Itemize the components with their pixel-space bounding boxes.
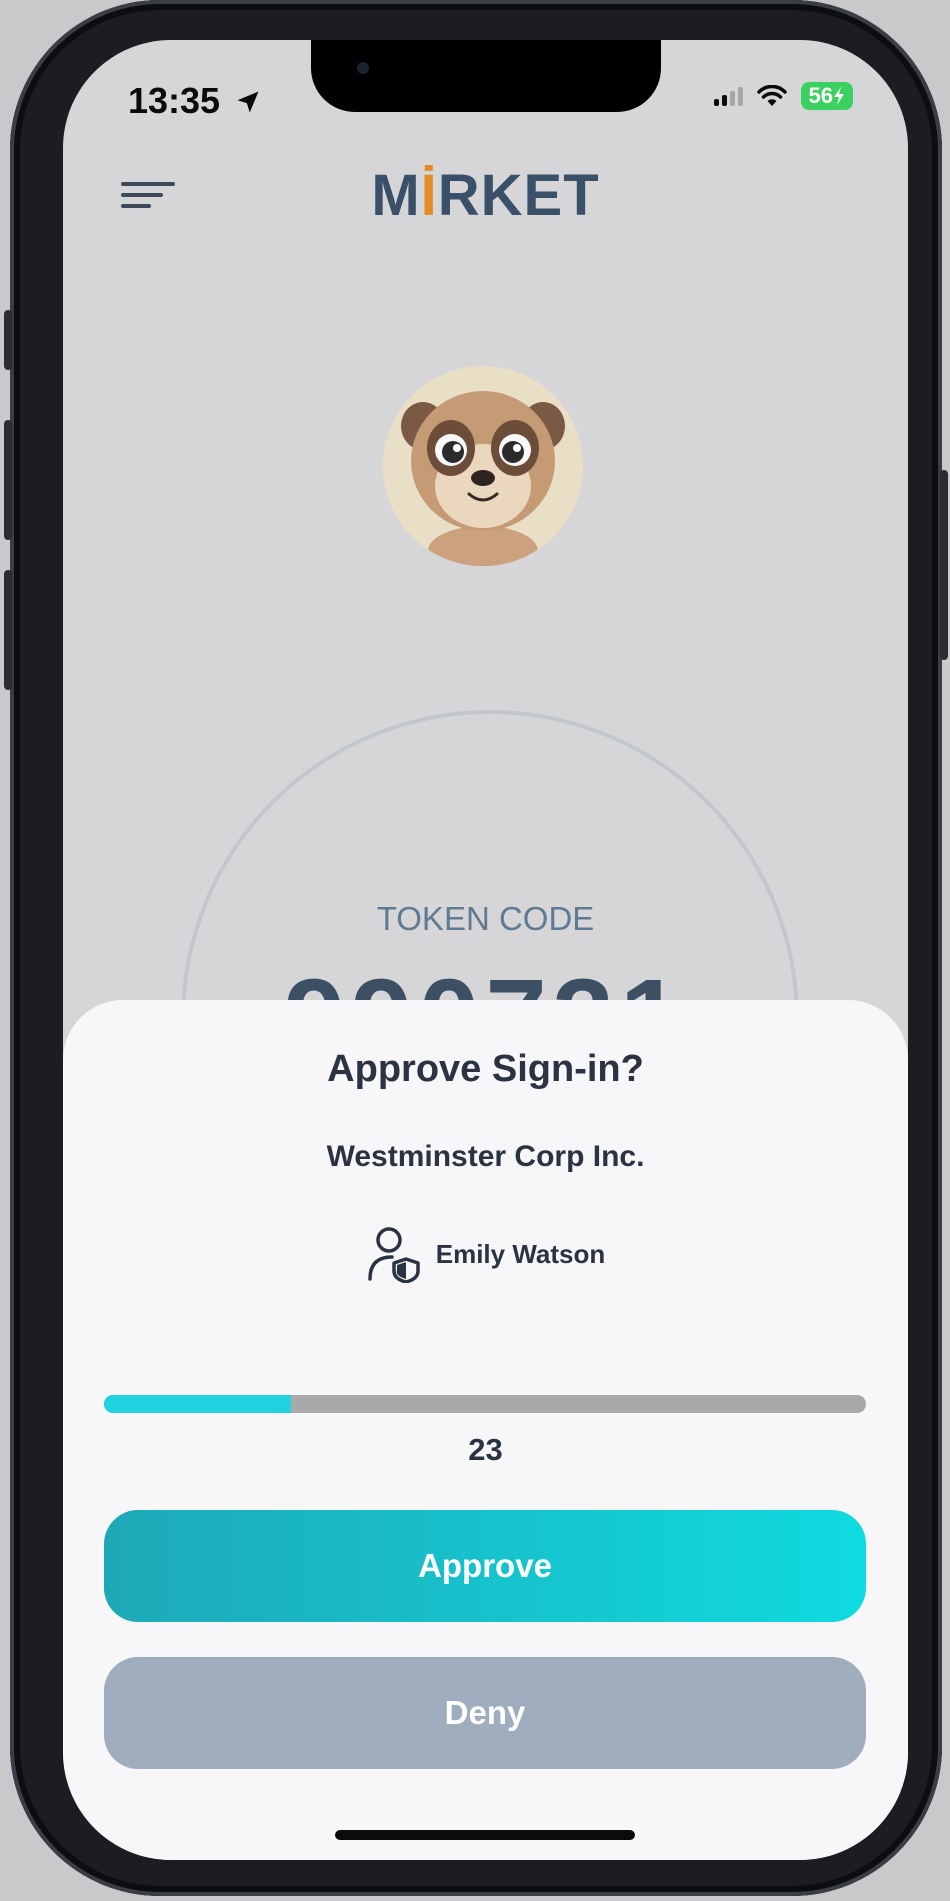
wifi-icon xyxy=(756,85,787,106)
app-logo: MİRKET xyxy=(63,162,908,229)
progress-fill xyxy=(104,1395,291,1413)
battery-level: 56 xyxy=(808,83,833,108)
status-time: 13:35 xyxy=(128,80,262,122)
home-indicator[interactable] xyxy=(335,1830,635,1840)
logo-accent: İ xyxy=(420,163,438,228)
cellular-signal-icon xyxy=(713,86,743,106)
token-label: TOKEN CODE xyxy=(376,900,595,937)
approve-button[interactable]: Approve xyxy=(104,1510,866,1622)
user-name: Emily Watson xyxy=(435,1238,606,1269)
front-camera xyxy=(357,62,369,74)
volume-down-button xyxy=(4,570,12,690)
countdown-seconds: 23 xyxy=(468,1432,503,1467)
screen: 13:35 56 MİRKET TOKEN CODE Approve Sign-… xyxy=(63,40,908,1860)
deny-button[interactable]: Deny xyxy=(104,1657,866,1769)
organization-name: Westminster Corp Inc. xyxy=(326,1140,645,1173)
charging-bolt-icon xyxy=(834,87,844,105)
countdown-progress-bar xyxy=(104,1395,866,1413)
user-shield-icon xyxy=(367,1227,420,1283)
battery-icon: 56 xyxy=(800,82,853,110)
volume-up-button xyxy=(4,420,12,540)
logo-part-right: RKET xyxy=(437,163,600,228)
power-button xyxy=(940,470,948,660)
phone-frame: 13:35 56 MİRKET TOKEN CODE Approve Sign-… xyxy=(4,0,948,1896)
logo-part-left: M xyxy=(371,163,421,228)
approval-sheet: Approve Sign-in? Westminster Corp Inc. E… xyxy=(63,1000,908,1860)
user-row: Emily Watson xyxy=(63,1225,908,1283)
status-icons: 56 xyxy=(713,82,853,110)
notch xyxy=(311,40,661,112)
mute-switch xyxy=(4,310,12,370)
location-arrow-icon xyxy=(237,91,259,113)
status-time-text: 13:35 xyxy=(128,80,221,121)
sheet-title: Approve Sign-in? xyxy=(327,1048,644,1090)
meerkat-avatar xyxy=(383,366,583,566)
